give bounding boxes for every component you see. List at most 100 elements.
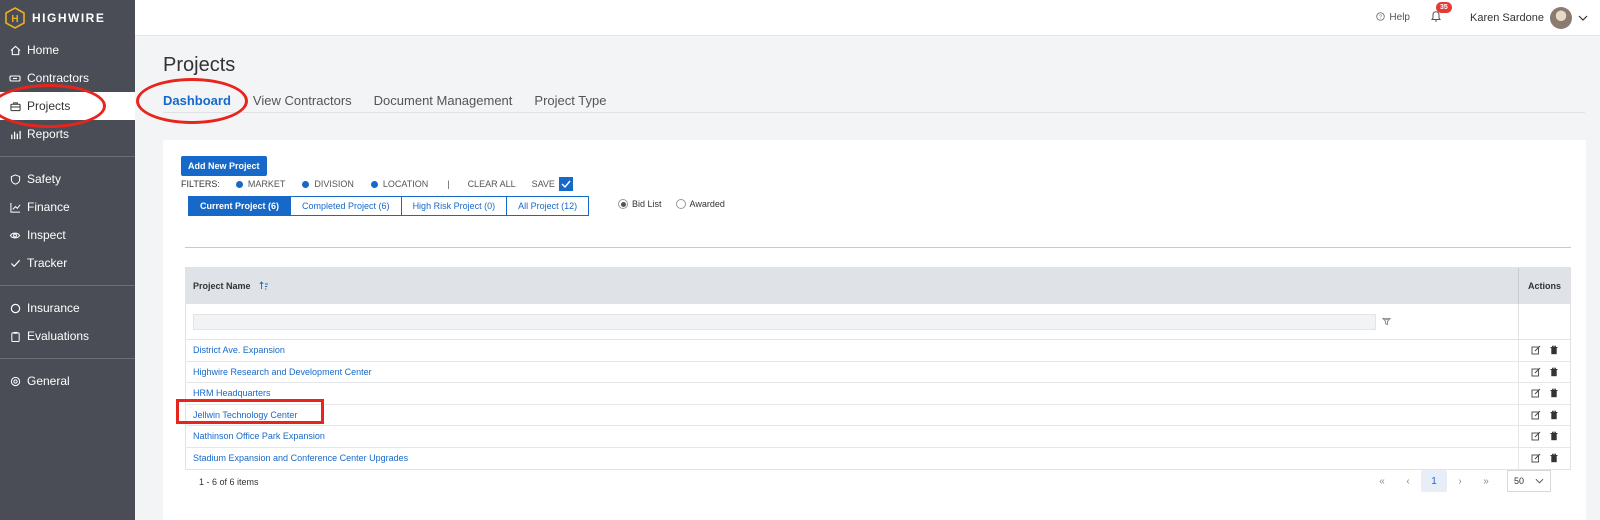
radio-awarded[interactable]: Awarded [675, 199, 725, 209]
table-header: Project Name Actions [186, 268, 1570, 304]
edit-icon[interactable] [1531, 431, 1541, 441]
trash-icon[interactable] [1549, 410, 1559, 420]
page-number-button[interactable]: 1 [1421, 470, 1447, 492]
first-page-button[interactable]: « [1369, 470, 1395, 492]
project-link[interactable]: District Ave. Expansion [186, 345, 285, 355]
projects-card: Add New Project FILTERS: MARKET DIVISION… [163, 140, 1586, 520]
trash-icon[interactable] [1549, 345, 1559, 355]
next-page-button[interactable]: › [1447, 470, 1473, 492]
project-link[interactable]: HRM Headquarters [186, 388, 271, 398]
segment-completed-project[interactable]: Completed Project (6) [290, 196, 402, 216]
sidebar-item-safety[interactable]: Safety [0, 165, 135, 193]
avatar [1550, 6, 1572, 29]
add-new-project-button[interactable]: Add New Project [181, 156, 267, 176]
filter-division[interactable]: DIVISION [302, 179, 354, 189]
help-link[interactable]: ? Help [1376, 11, 1410, 24]
project-link[interactable]: Highwire Research and Development Center [186, 367, 372, 377]
table-row: Jellwin Technology Center [186, 404, 1570, 426]
page-title: Projects [163, 54, 236, 76]
project-status-segments: Current Project (6) Completed Project (6… [188, 196, 590, 216]
row-actions [1518, 383, 1570, 404]
notifications-button[interactable]: 35 [1428, 1, 1452, 26]
edit-icon[interactable] [1531, 345, 1541, 355]
sidebar-item-label: Finance [27, 200, 70, 214]
sidebar-item-label: Safety [27, 172, 62, 186]
segment-high-risk-project[interactable]: High Risk Project (0) [400, 196, 508, 216]
filter-label: DIVISION [314, 179, 354, 189]
row-actions [1518, 340, 1570, 361]
sidebar-item-evaluations[interactable]: Evaluations [0, 322, 135, 350]
sidebar-item-tracker[interactable]: Tracker [0, 249, 135, 277]
filters-bar: FILTERS: MARKET DIVISION LOCATION | CLEA… [181, 177, 573, 191]
table-row: Nathinson Office Park Expansion [186, 426, 1570, 448]
sidebar-item-home[interactable]: Home [0, 36, 135, 64]
page-size-select[interactable]: 50 [1507, 470, 1551, 492]
tab-project-type[interactable]: Project Type [534, 93, 606, 114]
pagination-info: 1 - 6 of 6 items [199, 477, 259, 487]
column-header-project-name[interactable]: Project Name [186, 280, 269, 292]
line-chart-icon [9, 201, 21, 213]
filter-market[interactable]: MARKET [235, 179, 286, 189]
brand-logo[interactable]: H HIGHWIRE [0, 0, 135, 36]
help-icon: ? [1376, 11, 1386, 24]
sidebar-divider [0, 358, 135, 359]
column-label: Project Name [193, 281, 251, 291]
project-link[interactable]: Nathinson Office Park Expansion [186, 431, 325, 441]
brand-name: HIGHWIRE [32, 11, 106, 25]
gear-icon [9, 375, 21, 387]
prev-page-button[interactable]: ‹ [1395, 470, 1421, 492]
radio-bid-list[interactable]: Bid List [618, 199, 662, 209]
filter-label: MARKET [247, 179, 286, 189]
row-actions [1518, 404, 1570, 425]
page-size-value: 50 [1514, 476, 1525, 486]
sidebar-item-label: Contractors [27, 71, 90, 85]
pagination: « ‹ 1 › » 50 [1369, 470, 1551, 492]
row-actions [1518, 361, 1570, 382]
project-name-filter-input[interactable] [193, 314, 1376, 330]
tab-document-management[interactable]: Document Management [374, 93, 513, 114]
sidebar-item-insurance[interactable]: Insurance [0, 294, 135, 322]
project-link[interactable]: Stadium Expansion and Conference Center … [186, 453, 408, 463]
radio-selected-icon [618, 199, 628, 209]
sidebar-item-label: Inspect [27, 228, 66, 242]
tabs-divider [163, 112, 1585, 113]
user-name: Karen Sardone [1470, 11, 1544, 24]
trash-icon[interactable] [1549, 388, 1559, 398]
sort-icon[interactable] [259, 280, 269, 292]
edit-icon[interactable] [1531, 388, 1541, 398]
edit-icon[interactable] [1531, 453, 1541, 463]
circle-icon [9, 302, 21, 314]
filter-dot-icon [370, 180, 378, 188]
segment-current-project[interactable]: Current Project (6) [188, 196, 292, 216]
trash-icon[interactable] [1549, 367, 1559, 377]
list-type-radios: Bid List Awarded [618, 199, 725, 209]
column-header-actions: Actions [1518, 268, 1570, 304]
save-label: SAVE [531, 179, 555, 189]
sidebar-item-inspect[interactable]: Inspect [0, 221, 135, 249]
row-actions [1518, 447, 1570, 469]
sidebar-item-general[interactable]: General [0, 367, 135, 395]
section-divider [185, 247, 1571, 248]
filter-label: LOCATION [382, 179, 429, 189]
segment-all-project[interactable]: All Project (12) [506, 196, 590, 216]
user-menu[interactable]: Karen Sardone [1470, 6, 1588, 29]
chevron-down-icon [1535, 476, 1544, 486]
edit-icon[interactable] [1531, 410, 1541, 420]
checkbox-checked-icon[interactable] [558, 177, 573, 191]
actions-filter-cell [1518, 304, 1570, 340]
table-row: Highwire Research and Development Center [186, 361, 1570, 383]
filters-label: FILTERS: [181, 179, 220, 189]
tab-view-contractors[interactable]: View Contractors [253, 93, 352, 114]
svg-text:?: ? [1379, 14, 1382, 20]
edit-icon[interactable] [1531, 367, 1541, 377]
funnel-icon[interactable] [1382, 317, 1392, 327]
row-actions [1518, 426, 1570, 447]
sidebar-item-finance[interactable]: Finance [0, 193, 135, 221]
top-bar: ? Help 35 Karen Sardone [135, 0, 1600, 36]
trash-icon[interactable] [1549, 431, 1559, 441]
last-page-button[interactable]: » [1473, 470, 1499, 492]
trash-icon[interactable] [1549, 453, 1559, 463]
filter-location[interactable]: LOCATION [370, 179, 429, 189]
clear-all-button[interactable]: CLEAR ALL [468, 179, 516, 189]
save-filters-toggle[interactable]: SAVE [532, 177, 573, 191]
